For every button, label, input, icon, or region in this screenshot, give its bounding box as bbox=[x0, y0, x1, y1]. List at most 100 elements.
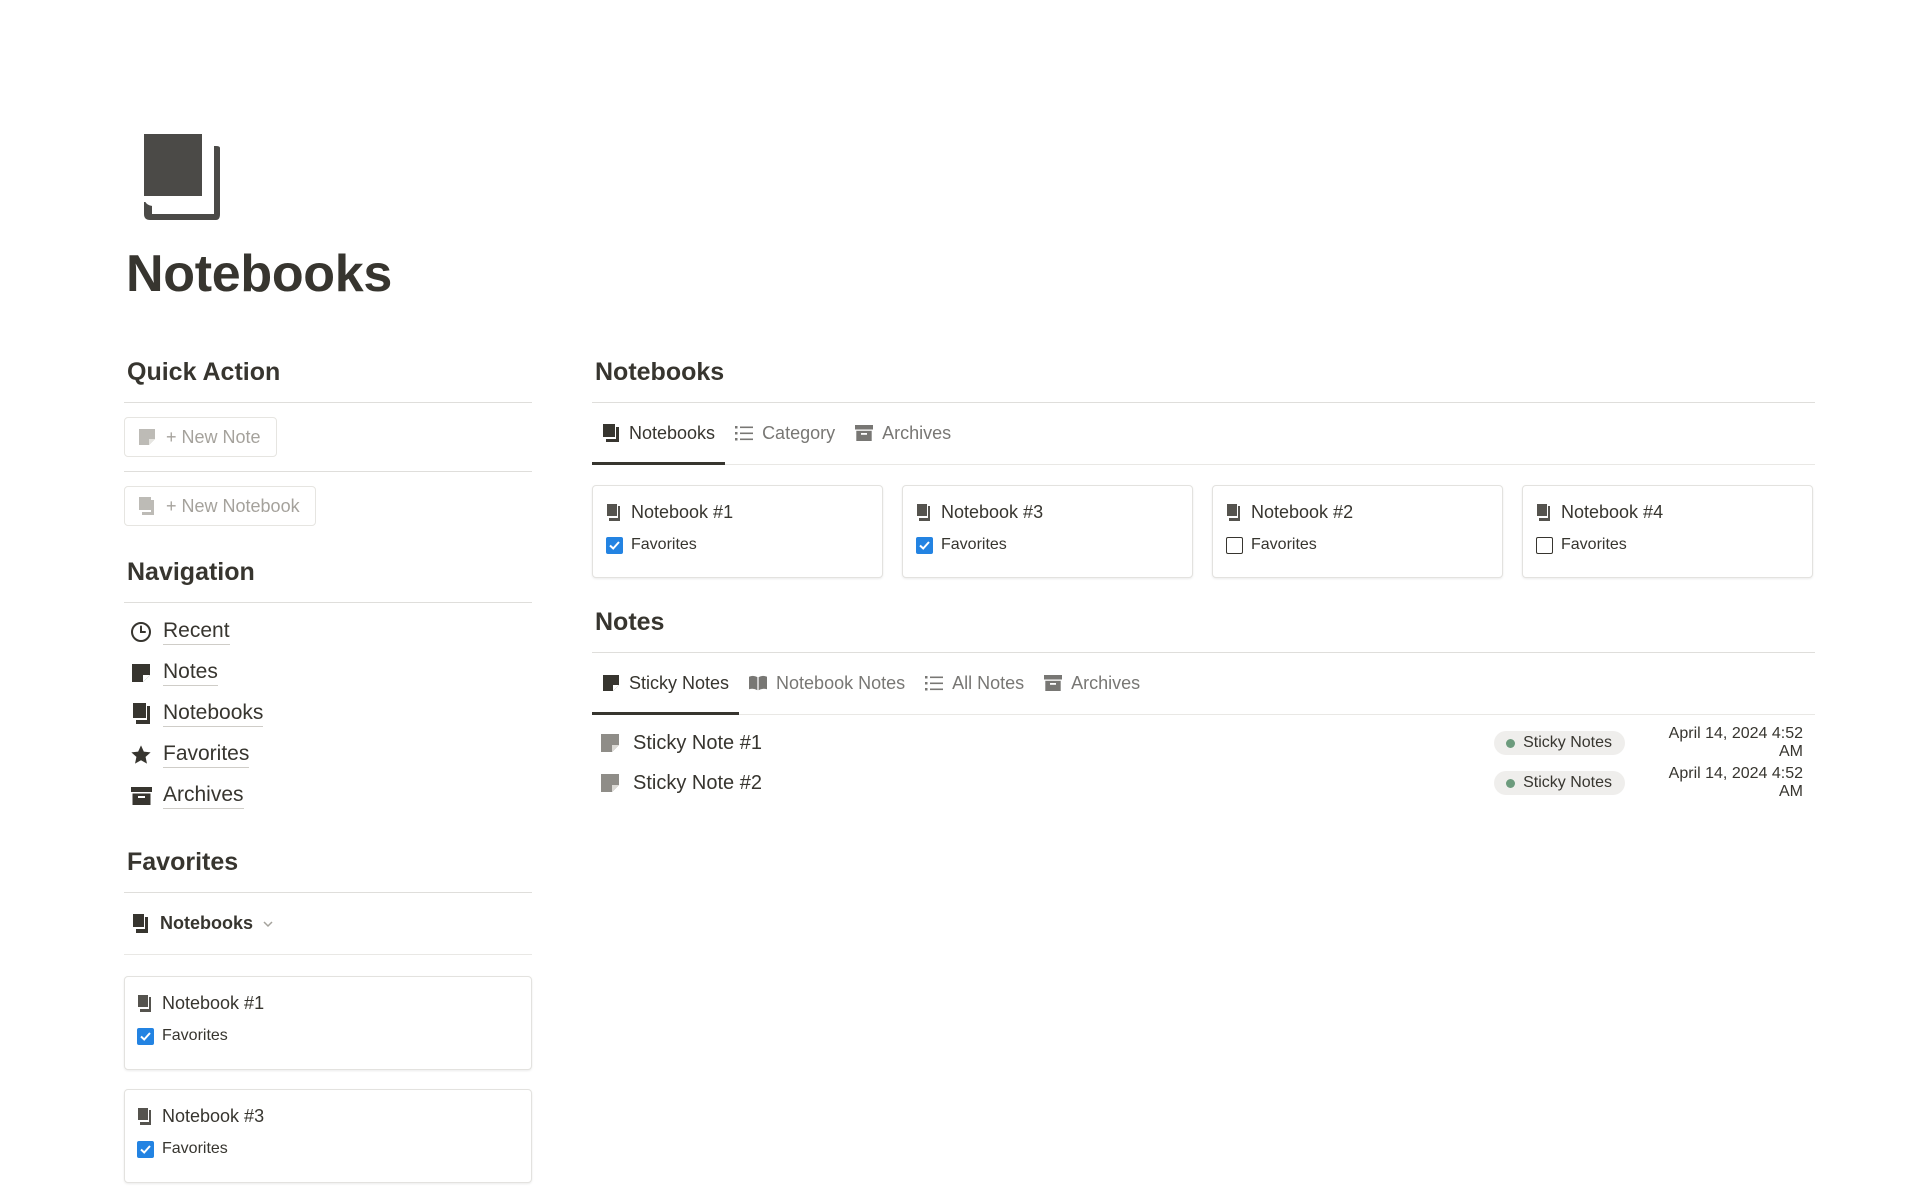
new-note-button[interactable]: + New Note bbox=[124, 417, 277, 457]
card-title: Notebook #3 bbox=[941, 501, 1044, 522]
tab-notebook-notes[interactable]: Notebook Notes bbox=[739, 652, 915, 714]
tab-label: Category bbox=[762, 422, 836, 443]
note-tag-label: Sticky Notes bbox=[1523, 774, 1612, 791]
tag-dot bbox=[1506, 738, 1516, 748]
tab-sticky-notes[interactable]: Sticky Notes bbox=[592, 652, 740, 715]
notebooks-view-tabs: Notebooks Category Archives bbox=[592, 403, 1815, 465]
favorites-checkbox[interactable] bbox=[1226, 536, 1243, 554]
tab-all-notes[interactable]: All Notes bbox=[915, 652, 1034, 714]
tab-label: Archives bbox=[1071, 672, 1141, 693]
tab-label: Sticky Notes bbox=[629, 672, 730, 693]
sticky-note-icon bbox=[603, 675, 619, 691]
note-row[interactable]: Sticky Note #1 Sticky Notes April 14, 20… bbox=[592, 723, 1815, 763]
notebook-card-1[interactable]: Notebook #1 Favorites bbox=[592, 485, 883, 578]
nav-item-archives[interactable]: Archives bbox=[124, 775, 532, 816]
card-prop-label: Favorites bbox=[631, 536, 697, 553]
card-prop-label: Favorites bbox=[941, 536, 1007, 553]
chevron-down-icon bbox=[263, 920, 273, 927]
tab-category[interactable]: Category bbox=[725, 402, 845, 464]
note-title[interactable]: Sticky Note #1 bbox=[633, 732, 1494, 755]
favorites-checkbox[interactable] bbox=[916, 536, 933, 554]
notebook-icon bbox=[1537, 503, 1550, 521]
notebook-icon bbox=[129, 702, 153, 726]
notes-heading: Notes bbox=[595, 608, 665, 636]
nav-item-label[interactable]: Notes bbox=[163, 660, 218, 686]
note-row[interactable]: Sticky Note #2 Sticky Notes April 14, 20… bbox=[592, 763, 1815, 803]
note-tag-badge: Sticky Notes bbox=[1494, 731, 1625, 755]
tab-notebooks[interactable]: Notebooks bbox=[592, 402, 726, 465]
notebooks-heading: Notebooks bbox=[595, 358, 725, 386]
card-prop-label: Favorites bbox=[162, 1027, 228, 1044]
tab-label: All Notes bbox=[952, 672, 1025, 693]
page-notebook-icon[interactable] bbox=[140, 134, 220, 220]
notebooks-gallery: Notebook #1 Favorites Notebook #3 Favori… bbox=[592, 485, 1815, 578]
notebook-card-4[interactable]: Notebook #4 Favorites bbox=[1522, 485, 1813, 578]
card-prop-label: Favorites bbox=[1251, 536, 1317, 553]
notebook-icon bbox=[607, 503, 620, 521]
archive-icon bbox=[129, 784, 153, 808]
favorites-checkbox[interactable] bbox=[137, 1140, 154, 1158]
archive-icon bbox=[1044, 675, 1063, 691]
notebook-icon bbox=[138, 1107, 151, 1125]
sticky-note-icon bbox=[139, 429, 155, 445]
favorites-card-notebook-1[interactable]: Notebook #1 Favorites bbox=[124, 976, 532, 1070]
favorites-gallery: Notebook #1 Favorites Notebook #3 Favori… bbox=[124, 976, 532, 1183]
favorites-card-notebook-3[interactable]: Notebook #3 Favorites bbox=[124, 1089, 532, 1183]
notebook-icon bbox=[1227, 503, 1240, 521]
clock-icon bbox=[129, 620, 153, 644]
page-title: Notebooks bbox=[126, 245, 392, 303]
notes-list: Sticky Note #1 Sticky Notes April 14, 20… bbox=[592, 723, 1815, 803]
notebook-icon bbox=[139, 497, 154, 515]
open-book-icon bbox=[749, 675, 768, 691]
notebook-icon bbox=[917, 503, 930, 521]
divider bbox=[124, 602, 532, 603]
card-title: Notebook #2 bbox=[1251, 501, 1354, 522]
nav-item-favorites[interactable]: Favorites bbox=[124, 734, 532, 775]
notes-view-tabs: Sticky Notes Notebook Notes All Notes Ar… bbox=[592, 653, 1815, 715]
card-title: Notebook #1 bbox=[162, 992, 265, 1013]
nav-item-label[interactable]: Archives bbox=[163, 783, 244, 809]
card-title: Notebook #1 bbox=[631, 501, 734, 522]
nav-item-notes[interactable]: Notes bbox=[124, 652, 532, 693]
new-notebook-label: + New Notebook bbox=[166, 495, 300, 516]
left-column: Quick Action + New Note + New Notebook N… bbox=[124, 356, 532, 1183]
nav-item-label[interactable]: Recent bbox=[163, 619, 230, 645]
star-icon bbox=[129, 743, 153, 767]
favorites-view-toggle[interactable]: Notebooks bbox=[124, 893, 532, 955]
nav-item-label[interactable]: Notebooks bbox=[163, 701, 264, 727]
tab-archives[interactable]: Archives bbox=[845, 402, 961, 464]
nav-item-notebooks[interactable]: Notebooks bbox=[124, 693, 532, 734]
tab-notes-archives[interactable]: Archives bbox=[1034, 652, 1150, 714]
favorites-checkbox[interactable] bbox=[606, 536, 623, 554]
card-prop-label: Favorites bbox=[1561, 536, 1627, 553]
note-date: April 14, 2024 4:52 AM bbox=[1668, 765, 1803, 800]
card-title: Notebook #4 bbox=[1561, 501, 1664, 522]
sticky-note-icon bbox=[129, 661, 153, 685]
sticky-note-icon bbox=[601, 734, 619, 752]
note-tag-label: Sticky Notes bbox=[1523, 734, 1612, 751]
notebook-card-3[interactable]: Notebook #3 Favorites bbox=[902, 485, 1193, 578]
favorites-checkbox[interactable] bbox=[1536, 536, 1553, 554]
tag-dot bbox=[1506, 778, 1516, 788]
sticky-note-icon bbox=[601, 774, 619, 792]
favorites-view-label: Notebooks bbox=[160, 913, 254, 933]
tab-label: Notebooks bbox=[629, 422, 716, 443]
note-date: April 14, 2024 4:52 AM bbox=[1668, 725, 1803, 760]
note-tag-badge: Sticky Notes bbox=[1494, 771, 1625, 795]
archive-icon bbox=[855, 425, 874, 441]
notebook-card-2[interactable]: Notebook #2 Favorites bbox=[1212, 485, 1503, 578]
list-icon bbox=[735, 426, 754, 441]
note-title[interactable]: Sticky Note #2 bbox=[633, 772, 1494, 795]
tab-label: Archives bbox=[882, 422, 952, 443]
notebook-icon bbox=[133, 914, 148, 933]
notebook-icon bbox=[603, 424, 619, 442]
notebook-icon bbox=[138, 994, 151, 1012]
nav-item-recent[interactable]: Recent bbox=[124, 611, 532, 652]
card-prop-label: Favorites bbox=[162, 1140, 228, 1157]
right-column: Notebooks Notebooks Category Archives No… bbox=[592, 356, 1815, 803]
nav-item-label[interactable]: Favorites bbox=[163, 742, 250, 768]
tab-label: Notebook Notes bbox=[776, 672, 906, 693]
new-notebook-button[interactable]: + New Notebook bbox=[124, 486, 316, 526]
new-note-label: + New Note bbox=[166, 426, 261, 447]
favorites-checkbox[interactable] bbox=[137, 1027, 154, 1045]
